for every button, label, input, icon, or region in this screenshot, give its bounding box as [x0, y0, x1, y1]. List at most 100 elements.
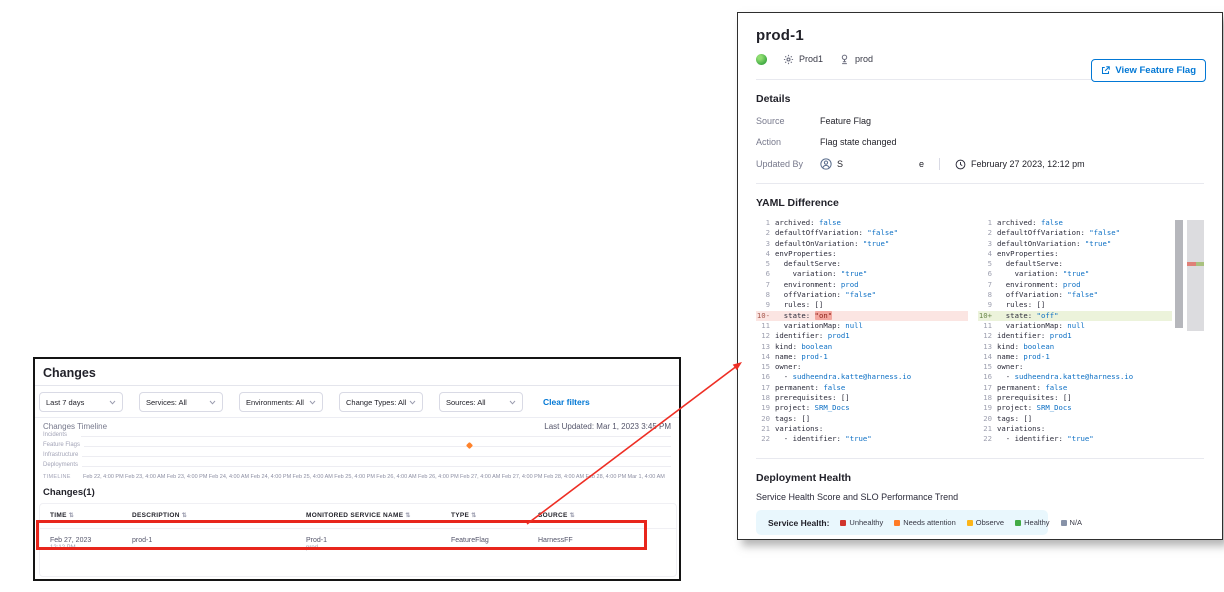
timeline-track [81, 436, 671, 437]
line-number: 2 [978, 228, 997, 238]
yaml-code: defaultOnVariation: "true" [997, 239, 1111, 249]
updated-at-value: February 27 2023, 12:12 pm [971, 159, 1085, 169]
filter-environments-label: Environments: All [246, 398, 304, 407]
column-header-time[interactable]: TIME⇅ [50, 512, 74, 519]
line-number: 19 [756, 403, 775, 413]
yaml-line: 1archived: false [756, 218, 968, 228]
yaml-code: variations: [775, 424, 823, 434]
yaml-line: 12identifier: prod1 [756, 331, 968, 341]
line-number: 12 [978, 331, 997, 341]
monitored-service-label: Prod1 [799, 54, 823, 64]
yaml-code: offVariation: "false" [775, 290, 876, 300]
chevron-down-icon [409, 400, 416, 405]
line-number: 19 [978, 403, 997, 413]
sort-icon: ⇅ [471, 513, 476, 519]
yaml-code: name: prod-1 [997, 352, 1050, 362]
yaml-code: variation: "true" [775, 269, 867, 279]
yaml-diff-after-pane: 1archived: false2defaultOffVariation: "f… [978, 218, 1172, 445]
line-number: 15 [756, 362, 775, 372]
divider [35, 385, 679, 386]
filter-change-types[interactable]: Change Types: All [339, 392, 423, 412]
action-label: Action [756, 137, 820, 147]
legend-title: Service Health: [768, 518, 829, 528]
clear-filters-link[interactable]: Clear filters [543, 397, 590, 407]
yaml-code: project: SRM_Docs [997, 403, 1072, 413]
yaml-code: defaultOnVariation: "true" [775, 239, 889, 249]
changes-count: Changes(1) [43, 487, 95, 498]
yaml-line: 11 variationMap: null [978, 321, 1172, 331]
line-number: 21 [978, 424, 997, 434]
yaml-code: permanent: false [997, 383, 1067, 393]
external-link-icon [1101, 66, 1110, 75]
tick-label: Feb 25, 4:00 PM [334, 474, 375, 480]
yaml-line: 17permanent: false [756, 383, 968, 393]
tick-label: Feb 24, 4:00 AM [209, 474, 249, 480]
clock-icon [955, 159, 966, 170]
divider [756, 458, 1204, 459]
line-number: 11 [756, 321, 775, 331]
line-number: 22 [756, 434, 775, 444]
line-number: 7 [978, 280, 997, 290]
filters-row: Last 7 days Services: All Environments: … [39, 392, 675, 412]
filter-sources-label: Sources: All [446, 398, 486, 407]
line-number: 10- [756, 311, 775, 321]
yaml-code: owner: [997, 362, 1023, 372]
yaml-line: 9 rules: [] [978, 300, 1172, 310]
line-number: 3 [756, 239, 775, 249]
timeline-row-label: Infrastructure [43, 452, 82, 458]
updated-by-label: Updated By [756, 159, 820, 169]
cell-time: Feb 27, 2023 12:12 PM [50, 537, 91, 551]
yaml-code: envProperties: [997, 249, 1059, 259]
line-number: 1 [756, 218, 775, 228]
yaml-code: offVariation: "false" [997, 290, 1098, 300]
yaml-line: 4envProperties: [756, 249, 968, 259]
filter-sources[interactable]: Sources: All [439, 392, 523, 412]
table-row-prod-1[interactable]: Feb 27, 2023 12:12 PM prod-1 Prod-1 prod… [40, 529, 676, 561]
yaml-line: 12identifier: prod1 [978, 331, 1172, 341]
column-header-type[interactable]: TYPE⇅ [451, 512, 477, 519]
change-detail-panel: prod-1 Prod1 prod View Feature Flag Deta… [737, 12, 1223, 540]
line-number: 6 [756, 269, 775, 279]
timeline-row-label: Incidents [43, 432, 71, 438]
yaml-line: 6 variation: "true" [978, 269, 1172, 279]
yaml-line: 22 - identifier: "true" [978, 434, 1172, 444]
yaml-line: 1archived: false [978, 218, 1172, 228]
user-icon [820, 158, 832, 170]
yaml-code: variationMap: null [997, 321, 1085, 331]
divider [756, 183, 1204, 184]
yaml-line: 13kind: boolean [756, 342, 968, 352]
line-number: 5 [756, 259, 775, 269]
column-header-description[interactable]: DESCRIPTION⇅ [132, 512, 187, 519]
yaml-code: - identifier: "true" [997, 434, 1094, 444]
column-header-monitored-service-name[interactable]: MONITORED SERVICE NAME⇅ [306, 512, 411, 519]
line-number: 13 [978, 342, 997, 352]
line-number: 7 [756, 280, 775, 290]
cell-description: prod-1 [132, 537, 152, 544]
yaml-code: name: prod-1 [775, 352, 828, 362]
yaml-code: envProperties: [775, 249, 837, 259]
filter-time-range[interactable]: Last 7 days [39, 392, 123, 412]
feature-flag-event-marker[interactable] [466, 442, 473, 449]
yaml-code: archived: false [997, 218, 1063, 228]
yaml-code: tags: [] [775, 414, 810, 424]
yaml-code: - sudheendra.katte@harness.io [997, 372, 1133, 382]
filter-services[interactable]: Services: All [139, 392, 223, 412]
divider [35, 417, 679, 418]
line-number: 13 [756, 342, 775, 352]
timeline-track [81, 456, 671, 457]
column-header-source[interactable]: SOURCE⇅ [538, 512, 575, 519]
view-feature-flag-button[interactable]: View Feature Flag [1091, 59, 1206, 82]
yaml-line: 17permanent: false [978, 383, 1172, 393]
line-number: 9 [756, 300, 775, 310]
yaml-diff-before-pane: 1archived: false2defaultOffVariation: "f… [756, 218, 968, 445]
yaml-line: 13kind: boolean [978, 342, 1172, 352]
yaml-line: 19project: SRM_Docs [978, 403, 1172, 413]
line-number: 14 [756, 352, 775, 362]
yaml-code: defaultServe: [775, 259, 841, 269]
filter-environments[interactable]: Environments: All [239, 392, 323, 412]
yaml-code: state: "on" [775, 311, 832, 321]
diff-scrollbar-thumb[interactable] [1175, 220, 1183, 328]
legend-swatch [967, 520, 973, 526]
diff-minimap[interactable] [1187, 220, 1204, 331]
tick-label: Feb 24, 4:00 PM [251, 474, 292, 480]
